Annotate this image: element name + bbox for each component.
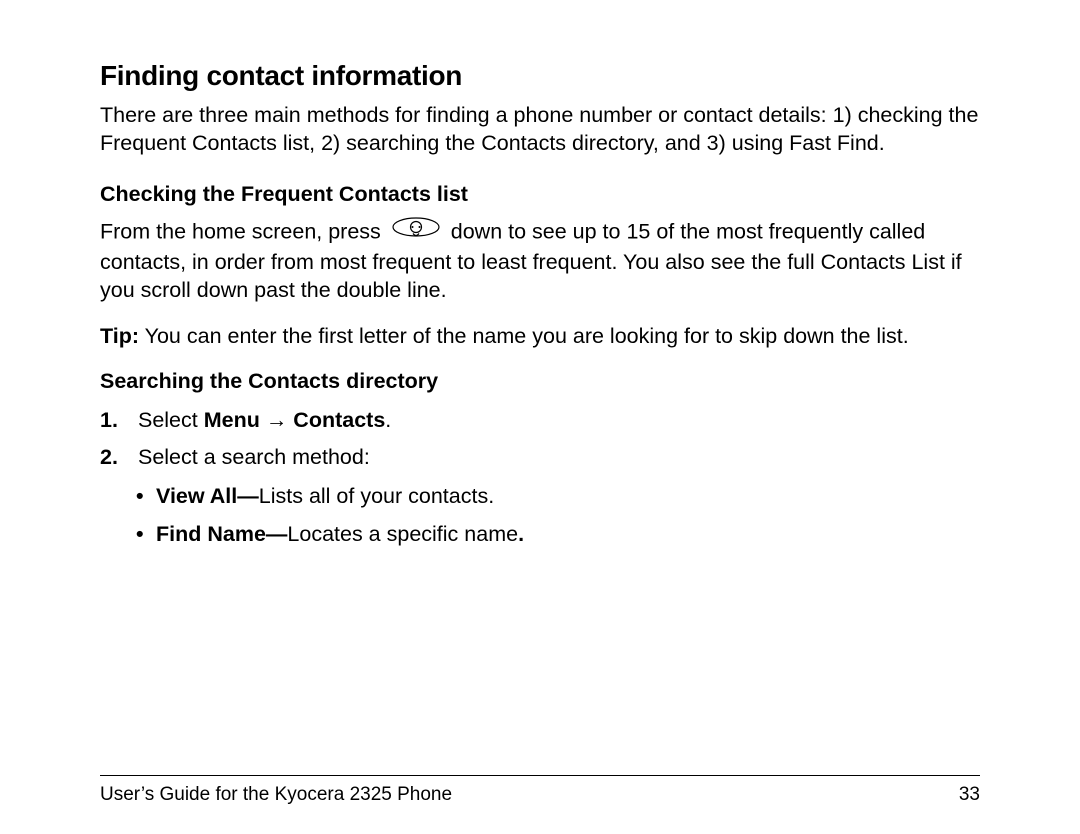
- option-desc: Locates a specific name: [287, 522, 518, 546]
- navigation-key-icon: [391, 215, 441, 247]
- option-name: Find Name—: [156, 522, 287, 546]
- intro-paragraph: There are three main methods for finding…: [100, 102, 980, 158]
- text-fragment: Select: [132, 408, 204, 432]
- step-number: 1.: [100, 404, 132, 437]
- footer-divider: [100, 775, 980, 776]
- step-item: 1. Select Menu → Contacts.: [100, 404, 980, 437]
- section1-paragraph: From the home screen, press down to see …: [100, 217, 980, 305]
- bullet-list: View All—Lists all of your contacts. Fin…: [136, 480, 980, 551]
- option-desc: Lists all of your contacts.: [259, 484, 494, 508]
- tip-label: Tip:: [100, 324, 139, 348]
- arrow-symbol: →: [260, 408, 293, 432]
- text-fragment: Select a search method:: [132, 445, 370, 469]
- contacts-label: Contacts: [293, 408, 385, 432]
- section1-heading: Checking the Frequent Contacts list: [100, 182, 980, 207]
- menu-label: Menu: [204, 408, 260, 432]
- section2-heading: Searching the Contacts directory: [100, 369, 980, 394]
- tip-paragraph: Tip: You can enter the first letter of t…: [100, 323, 980, 351]
- step-number: 2.: [100, 441, 132, 474]
- page-number: 33: [959, 784, 980, 806]
- punct: .: [518, 522, 524, 546]
- text-fragment: .: [385, 408, 391, 432]
- steps-list: 1. Select Menu → Contacts. 2. Select a s…: [100, 404, 980, 551]
- bullet-item: View All—Lists all of your contacts.: [136, 480, 980, 513]
- step-item: 2. Select a search method: View All—List…: [100, 441, 980, 551]
- bullet-item: Find Name—Locates a specific name.: [136, 518, 980, 551]
- page-footer: User’s Guide for the Kyocera 2325 Phone …: [100, 775, 980, 806]
- option-name: View All—: [156, 484, 259, 508]
- page-heading: Finding contact information: [100, 60, 980, 92]
- text-fragment: From the home screen, press: [100, 220, 387, 244]
- footer-title: User’s Guide for the Kyocera 2325 Phone: [100, 784, 452, 806]
- tip-text: You can enter the first letter of the na…: [139, 324, 909, 348]
